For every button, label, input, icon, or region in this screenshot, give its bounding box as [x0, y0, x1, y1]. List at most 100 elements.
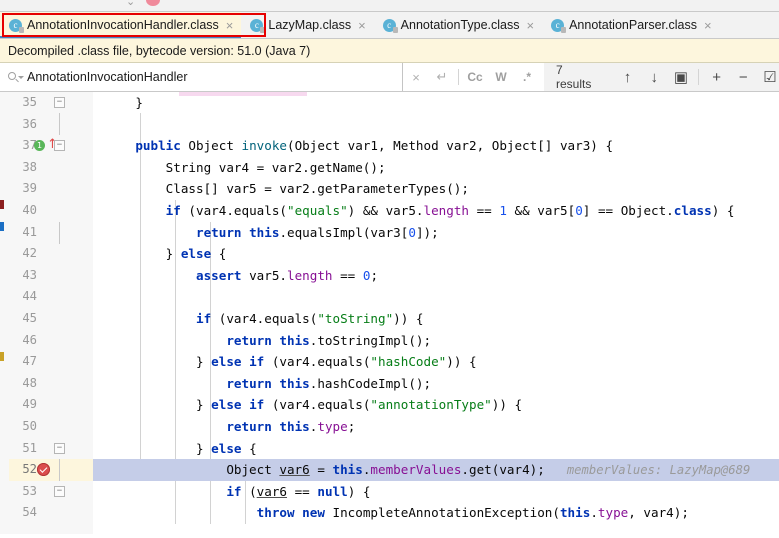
- code-line[interactable]: return this.equalsImpl(var3[0]);: [93, 222, 779, 244]
- editor-code-area[interactable]: } public Object invoke(Object var1, Meth…: [93, 92, 779, 534]
- code-fold-toggle[interactable]: −: [54, 97, 65, 108]
- code-line[interactable]: [93, 114, 779, 136]
- gutter-row[interactable]: 42: [9, 243, 93, 265]
- find-options: × ↵ Cc W .*: [403, 63, 544, 91]
- tab-annotation-invocation-handler[interactable]: c AnnotationInvocationHandler.class ×: [0, 12, 242, 38]
- run-method-icon[interactable]: 1: [34, 140, 45, 152]
- sliver-record-icon: [146, 0, 160, 6]
- gutter-row[interactable]: 35 −: [9, 92, 93, 114]
- tab-label: LazyMap.class: [268, 18, 352, 32]
- code-line[interactable]: Object var6 = this.memberValues.get(var4…: [93, 459, 779, 481]
- tab-close-icon[interactable]: ×: [358, 19, 366, 32]
- gutter-row[interactable]: 37 1 ↑ −: [9, 135, 93, 157]
- code-line[interactable]: public Object invoke(Object var1, Method…: [93, 135, 779, 157]
- left-marker: [0, 352, 4, 361]
- gutter-row[interactable]: 48: [9, 373, 93, 395]
- gutter-row[interactable]: 41: [9, 222, 93, 244]
- tab-close-icon[interactable]: ×: [527, 19, 535, 32]
- gutter-row[interactable]: 40: [9, 200, 93, 222]
- gutter-row[interactable]: 54: [9, 502, 93, 524]
- code-fold-toggle[interactable]: −: [54, 140, 65, 152]
- tab-annotation-parser[interactable]: c AnnotationParser.class ×: [542, 12, 719, 38]
- line-number: 51: [22, 440, 37, 455]
- fold-connector: [59, 113, 60, 135]
- tab-close-icon[interactable]: ×: [704, 19, 712, 32]
- divider: [458, 69, 459, 85]
- check-selection-icon[interactable]: ☑: [758, 63, 779, 91]
- gutter-row[interactable]: 43: [9, 265, 93, 287]
- find-next-icon[interactable]: ↓: [642, 63, 667, 91]
- code-line[interactable]: assert var5.length == 0;: [93, 265, 779, 287]
- fold-connector: [59, 459, 60, 481]
- remove-selection-icon[interactable]: −: [731, 63, 756, 91]
- code-line[interactable]: return this.hashCodeImpl();: [93, 373, 779, 395]
- tab-label: AnnotationInvocationHandler.class: [27, 18, 219, 32]
- line-number: 35: [22, 95, 37, 109]
- code-line[interactable]: } else {: [93, 243, 779, 265]
- gutter-row[interactable]: 50: [9, 416, 93, 438]
- tab-label: AnnotationType.class: [400, 18, 520, 32]
- newline-search-icon[interactable]: ↵: [429, 63, 455, 91]
- breakpoint-icon[interactable]: [37, 463, 50, 477]
- code-line[interactable]: } else if (var4.equals("annotationType")…: [93, 394, 779, 416]
- line-number: 36: [22, 116, 37, 131]
- line-number: 41: [22, 224, 37, 239]
- line-number: 49: [22, 397, 37, 412]
- select-all-occurrences-icon[interactable]: ▣: [669, 63, 694, 91]
- code-editor[interactable]: 35−36 37 1 ↑ −38 39 40 41 42 43 44 45 46 47 48 49 50 51−5…: [0, 92, 779, 534]
- gutter-row[interactable]: 46: [9, 330, 93, 352]
- code-line[interactable]: [93, 286, 779, 308]
- editor-tab-bar: c AnnotationInvocationHandler.class × c …: [0, 12, 779, 39]
- gutter-row[interactable]: 53 −: [9, 481, 93, 503]
- gutter-row[interactable]: 52: [9, 459, 93, 481]
- line-number: 45: [22, 310, 37, 325]
- clear-search-icon[interactable]: ×: [403, 63, 429, 91]
- code-fold-toggle[interactable]: −: [54, 442, 65, 454]
- code-line[interactable]: } else if (var4.equals("hashCode")) {: [93, 351, 779, 373]
- line-number: 42: [22, 246, 37, 261]
- gutter-row[interactable]: 44: [9, 286, 93, 308]
- decompiled-notice-bar: Decompiled .class file, bytecode version…: [0, 39, 779, 63]
- gutter-row[interactable]: 45: [9, 308, 93, 330]
- gutter-row[interactable]: 38: [9, 157, 93, 179]
- code-line[interactable]: return this.toStringImpl();: [93, 330, 779, 352]
- gutter-row[interactable]: 39: [9, 178, 93, 200]
- find-previous-icon[interactable]: ↑: [615, 63, 640, 91]
- sliver-glyph-icon: ⌄: [126, 0, 136, 8]
- match-case-toggle[interactable]: Cc: [462, 63, 488, 91]
- code-line[interactable]: }: [93, 92, 779, 114]
- left-marker: [0, 200, 4, 209]
- code-line[interactable]: if (var6 == null) {: [93, 481, 779, 503]
- tab-annotation-type[interactable]: c AnnotationType.class ×: [374, 12, 542, 38]
- code-line[interactable]: Class[] var5 = var2.getParameterTypes();: [93, 178, 779, 200]
- find-results-area: 7 results ↑ ↓ ▣ + − ☑: [544, 63, 779, 91]
- search-icon[interactable]: [8, 71, 24, 84]
- add-selection-icon[interactable]: +: [704, 63, 729, 91]
- code-line[interactable]: throw new IncompleteAnnotationException(…: [93, 502, 779, 524]
- code-line[interactable]: if (var4.equals("equals") && var5.length…: [93, 200, 779, 222]
- code-line[interactable]: } else {: [93, 438, 779, 460]
- code-line[interactable]: String var4 = var2.getName();: [93, 157, 779, 179]
- tab-close-icon[interactable]: ×: [226, 19, 234, 32]
- gutter-row[interactable]: 49: [9, 394, 93, 416]
- code-fold-toggle[interactable]: [54, 205, 65, 216]
- line-number: 44: [22, 289, 37, 304]
- code-line[interactable]: if (var4.equals("toString")) {: [93, 308, 779, 330]
- regex-toggle[interactable]: .*: [514, 63, 540, 91]
- tab-lazymap[interactable]: c LazyMap.class ×: [241, 12, 373, 38]
- divider: [698, 69, 700, 85]
- search-input[interactable]: AnnotationInvocationHandler: [0, 63, 403, 91]
- toolbar-sliver: ⌄: [0, 0, 779, 12]
- java-class-icon: c: [382, 18, 398, 33]
- results-count-label: 7 results: [556, 63, 592, 91]
- code-line[interactable]: return this.type;: [93, 416, 779, 438]
- whole-words-toggle[interactable]: W: [488, 63, 514, 91]
- gutter-row[interactable]: 47: [9, 351, 93, 373]
- gutter-row[interactable]: 36: [9, 114, 93, 136]
- editor-gutter[interactable]: 35−36 37 1 ↑ −38 39 40 41 42 43 44 45 46 47 48 49 50 51−5…: [9, 92, 93, 534]
- line-number: 54: [22, 505, 37, 520]
- code-fold-toggle[interactable]: [54, 313, 65, 324]
- gutter-row[interactable]: 51 −: [9, 438, 93, 460]
- fold-connector: [59, 222, 60, 244]
- code-fold-toggle[interactable]: −: [54, 485, 65, 497]
